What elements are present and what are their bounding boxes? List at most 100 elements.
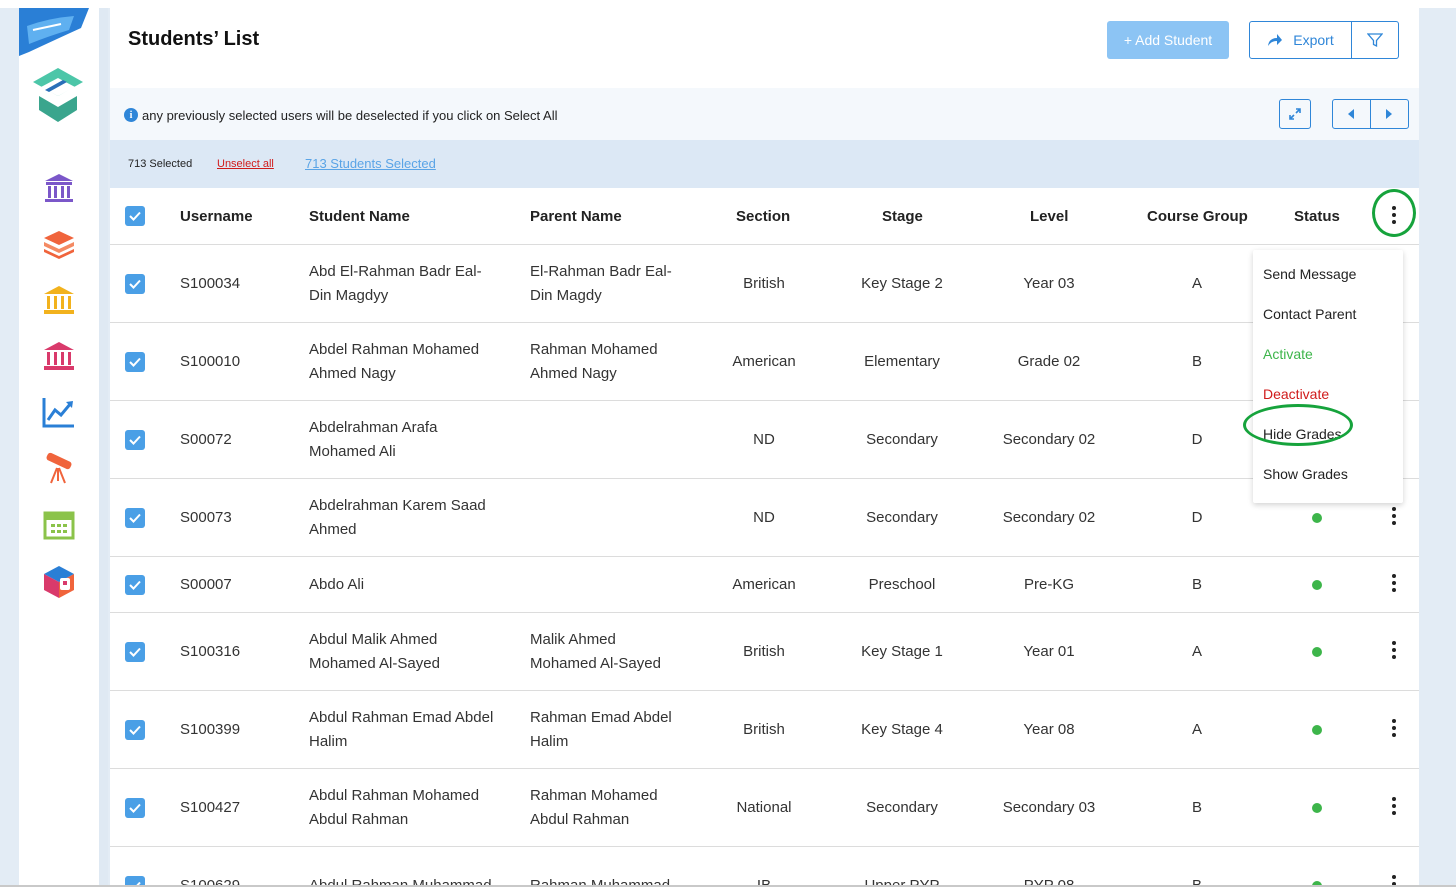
filter-funnel-icon	[1367, 33, 1383, 48]
pager	[1332, 99, 1409, 129]
header-status[interactable]: Status	[1294, 208, 1340, 225]
header-student-name[interactable]: Student Name	[309, 208, 410, 225]
cell-student-name-line2: Abdul Rahman	[309, 811, 409, 828]
cell-username: S100034	[180, 275, 241, 292]
row-checkbox[interactable]	[125, 798, 145, 818]
row-actions-menu-icon[interactable]	[1390, 641, 1398, 659]
cell-stage: Secondary	[866, 509, 938, 526]
unselect-all-link[interactable]: Unselect all	[217, 158, 274, 170]
museum-icon[interactable]	[41, 338, 77, 374]
students-selected-link[interactable]: 713 Students Selected	[305, 156, 436, 171]
table-row[interactable]: S100629 Abdul Rahman Muhammad Rahman Muham…	[110, 847, 1419, 885]
institution-icon[interactable]	[41, 282, 77, 318]
highlight-circle-menu	[1372, 189, 1416, 237]
page-header: Students’ List + Add Student Export	[110, 8, 1419, 88]
row-actions-menu-icon[interactable]	[1390, 719, 1398, 737]
row-checkbox[interactable]	[125, 642, 145, 662]
top-border	[0, 0, 1456, 8]
cell-course-group: A	[1191, 721, 1202, 738]
send-message-item[interactable]: Send Message	[1263, 266, 1356, 282]
status-active-dot	[1312, 513, 1322, 523]
calendar-icon[interactable]	[41, 506, 77, 542]
expand-arrows-icon	[1289, 108, 1301, 120]
cell-stage: Secondary	[866, 799, 938, 816]
cell-student-name-line1: Abdul Rahman Mohamed	[309, 787, 480, 804]
header-stage[interactable]: Stage	[882, 208, 923, 225]
table-row[interactable]: S100399 Abdul Rahman Emad Abdel Halim Rahma…	[110, 691, 1419, 769]
row-actions-menu-icon[interactable]	[1390, 875, 1398, 885]
status-active-dot	[1312, 803, 1322, 813]
cell-username: S00072	[180, 431, 232, 448]
cube-app-icon[interactable]	[41, 564, 77, 600]
cell-level: Year 03	[1023, 275, 1075, 292]
header-username[interactable]: Username	[180, 208, 253, 225]
row-checkbox[interactable]	[125, 508, 145, 528]
cell-level: Year 01	[1023, 643, 1075, 660]
cell-course-group: B	[1191, 576, 1202, 593]
row-checkbox[interactable]	[125, 274, 145, 294]
expand-button[interactable]	[1279, 99, 1311, 129]
export-button[interactable]: Export	[1250, 22, 1352, 58]
select-all-checkbox[interactable]	[125, 206, 145, 226]
table-body: S100034 Abd El-Rahman Badr Eal- Din Magdyy…	[110, 245, 1419, 885]
export-label: Export	[1293, 32, 1334, 48]
info-bar: i any previously selected users will be …	[110, 88, 1419, 140]
books-icon[interactable]	[41, 226, 77, 262]
flag-logo-icon	[19, 8, 89, 56]
cell-section: National	[736, 799, 792, 816]
table-row[interactable]: S100034 Abd El-Rahman Badr Eal- Din Magdyy…	[110, 245, 1419, 323]
share-arrow-icon	[1268, 34, 1283, 46]
row-checkbox[interactable]	[125, 430, 145, 450]
deactivate-item[interactable]: Deactivate	[1263, 386, 1329, 402]
table-row[interactable]: S00073 Abdelrahman Karem Saad Ahmed ND Secon…	[110, 479, 1419, 557]
cell-username: S100010	[180, 353, 241, 370]
check-icon	[129, 279, 141, 289]
filter-button[interactable]	[1352, 22, 1398, 58]
add-student-button[interactable]: + Add Student	[1107, 21, 1229, 59]
header-level[interactable]: Level	[1030, 208, 1068, 225]
analytics-chart-icon[interactable]	[41, 394, 77, 430]
row-checkbox[interactable]	[125, 720, 145, 740]
prev-page-button[interactable]	[1333, 100, 1371, 128]
telescope-icon[interactable]	[41, 450, 77, 486]
status-active-dot	[1312, 725, 1322, 735]
cell-parent-name-line2: Ahmed Nagy	[530, 365, 617, 382]
row-checkbox[interactable]	[125, 352, 145, 372]
info-text: any previously selected users will be de…	[142, 108, 558, 123]
cell-section: American	[732, 576, 796, 593]
school-logo-icon[interactable]	[29, 66, 87, 128]
caret-right-icon	[1386, 109, 1393, 119]
header-parent-name[interactable]: Parent Name	[530, 208, 622, 225]
cell-course-group: A	[1191, 275, 1202, 292]
cell-student-name-line2: Din Magdyy	[309, 287, 389, 304]
cell-username: S00007	[180, 576, 232, 593]
contact-parent-item[interactable]: Contact Parent	[1263, 306, 1356, 322]
table-row[interactable]: S100010 Abdel Rahman Mohamed Ahmed Nagy Rah…	[110, 323, 1419, 401]
activate-item[interactable]: Activate	[1263, 346, 1313, 362]
table-row[interactable]: S100427 Abdul Rahman Mohamed Abdul Rahman R…	[110, 769, 1419, 847]
next-page-button[interactable]	[1371, 100, 1409, 128]
row-checkbox[interactable]	[125, 575, 145, 595]
row-actions-menu-icon[interactable]	[1390, 574, 1398, 592]
show-grades-item[interactable]: Show Grades	[1263, 466, 1348, 482]
cell-stage: Key Stage 4	[861, 721, 943, 738]
header-course-group[interactable]: Course Group	[1147, 208, 1248, 225]
check-icon	[129, 211, 141, 221]
selection-bar: 713 Selected Unselect all 713 Students S…	[110, 140, 1419, 188]
cell-username: S00073	[180, 509, 232, 526]
school-building-icon[interactable]	[41, 170, 77, 206]
cell-username: S100427	[180, 799, 241, 816]
table-row[interactable]: S00007 Abdo Ali American Preschool Pre-KG B	[110, 557, 1419, 613]
header-section[interactable]: Section	[736, 208, 790, 225]
table-row[interactable]: S100316 Abdul Malik Ahmed Mohamed Al-Sayed…	[110, 613, 1419, 691]
cell-parent-name-line1: El-Rahman Badr Eal-	[530, 263, 672, 280]
row-actions-menu-icon[interactable]	[1390, 507, 1398, 525]
cell-student-name: Abdul Rahman Muhammad	[309, 874, 492, 885]
row-actions-menu-icon[interactable]	[1390, 797, 1398, 815]
cell-level: Secondary 02	[1002, 431, 1096, 448]
cell-level: Year 08	[1023, 721, 1075, 738]
row-checkbox[interactable]	[125, 876, 145, 885]
check-icon	[129, 513, 141, 523]
table-row[interactable]: S00072 Abdelrahman Arafa Mohamed Ali ND Seco…	[110, 401, 1419, 479]
check-icon	[129, 357, 141, 367]
